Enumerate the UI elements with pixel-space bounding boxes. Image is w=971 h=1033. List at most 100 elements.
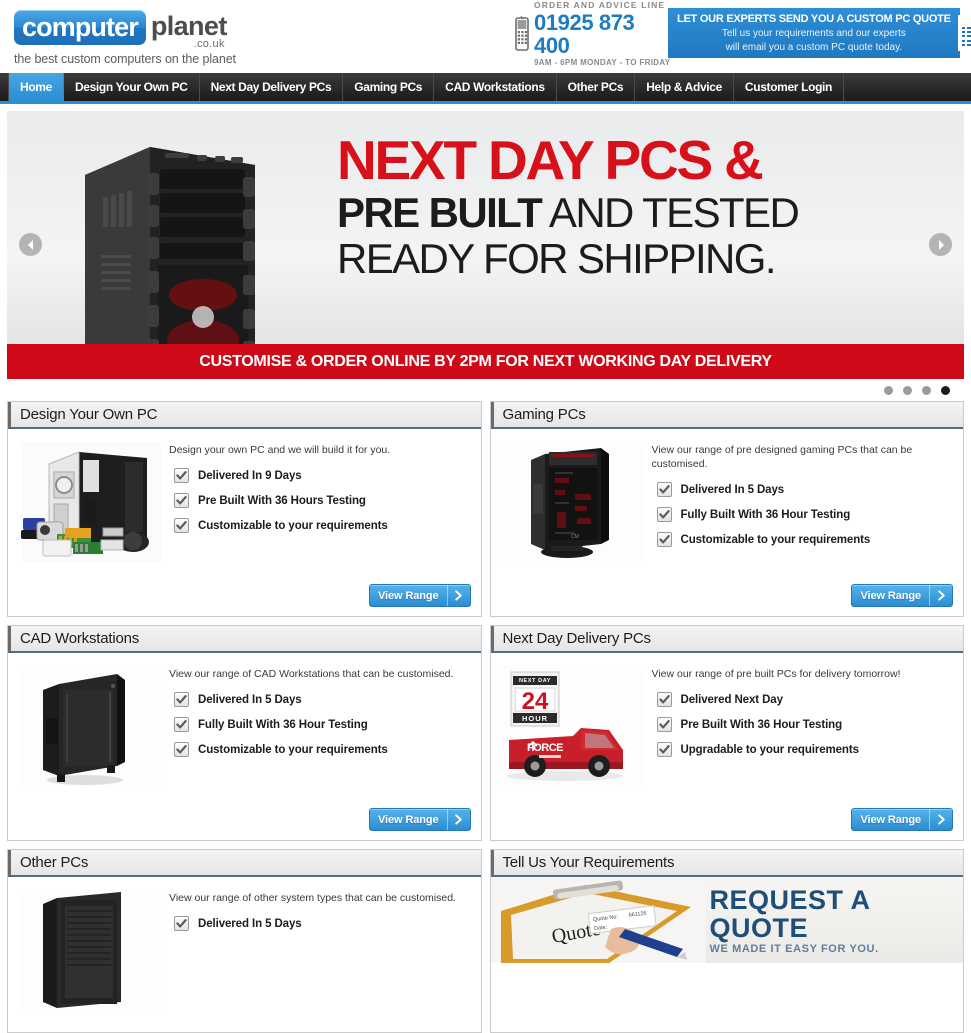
feature-row: Fully Built With 36 Hour Testing [652,507,954,522]
logo-tagline: the best custom computers on the planet [14,52,236,66]
card-body: View our range of CAD Workstations that … [8,653,481,808]
card-body: CM View our range of pre designed gaming… [491,429,964,584]
hero-headline-line1: NEXT DAY PCS & [337,129,764,191]
svg-text:NEXT DAY: NEXT DAY [519,678,551,684]
carousel-dot-1[interactable] [884,386,893,395]
carousel-dots [7,379,964,401]
chevron-right-icon [930,585,952,606]
card-other-pcs[interactable]: Other PCs View our range of other system… [7,849,482,1033]
checkmark-icon [656,742,672,757]
nav-item-help-advice[interactable]: Help & Advice [635,73,734,101]
logo-badge: computer [14,10,146,45]
view-range-label: View Range [860,813,921,826]
card-header: Design Your Own PC [8,402,481,429]
card-title: Design Your Own PC [20,406,158,423]
hero-promo-strip: CUSTOMISE & ORDER ONLINE BY 2PM FOR NEXT… [7,344,964,379]
feature-row: Upgradable to your requirements [652,742,954,757]
phone-text-group: ORDER AND ADVICE LINE 01925 873 400 9AM … [534,1,675,67]
feature-label: Delivered In 9 Days [198,469,302,482]
card-content: View our range of CAD Workstations that … [163,663,471,800]
feature-label: Pre Built With 36 Hours Testing [198,494,366,507]
checkmark-icon [174,916,189,931]
hero-line2-rest: AND TESTED [541,189,800,236]
nav-item-home[interactable]: Home [8,73,64,101]
logo-badge-text: computer [22,12,139,42]
feature-row: Delivered In 5 Days [652,482,954,497]
card-cad-workstations[interactable]: CAD Workstations View our range of CAD W… [7,625,482,841]
card-header: Other PCs [8,850,481,877]
phone-number[interactable]: 01925 873 400 [534,11,675,57]
feature-row: Delivered In 5 Days [169,916,471,931]
checkmark-icon [174,742,189,757]
nav-item-design-your-own-pc[interactable]: Design Your Own PC [64,73,200,101]
chevron-right-icon [448,585,470,606]
card-title: Next Day Delivery PCs [502,630,652,647]
hero-carousel-wrapper: NEXT DAY PCS & PRE BUILT AND TESTED READ… [0,104,971,401]
feature-label: Customizable to your requirements [680,533,871,546]
hero-copy: NEXT DAY PCS & PRE BUILT AND TESTED READ… [337,133,917,282]
card-content: Design your own PC and we will build it … [163,439,471,576]
feature-row: Delivered In 9 Days [169,468,471,483]
card-description: View our range of CAD Workstations that … [169,668,454,680]
other-tower-image [18,887,163,1012]
card-title: Other PCs [20,854,89,871]
site-logo[interactable]: computer planet .co.uk the best custom c… [14,10,244,66]
card-description: View our range of pre built PCs for deli… [651,668,901,680]
hero-carousel: NEXT DAY PCS & PRE BUILT AND TESTED READ… [7,111,964,379]
feature-label: Upgradable to your requirements [680,743,859,756]
gaming-tower-image: CM [501,439,646,564]
nav-label: CAD Workstations [445,80,545,94]
carousel-dot-3[interactable] [922,386,931,395]
nav-item-cad-workstations[interactable]: CAD Workstations [434,73,557,101]
nav-item-customer-login[interactable]: Customer Login [734,73,845,101]
card-description: View our range of other system types tha… [169,892,456,904]
custom-pc-quote-banner[interactable]: LET OUR EXPERTS SEND YOU A CUSTOM PC QUO… [668,8,971,58]
card-next-day-delivery-pcs[interactable]: Next Day Delivery PCs 24 NEXT DAY HOUR F… [489,625,964,841]
feature-row: Delivered Next Day [652,692,954,707]
carousel-dot-4[interactable] [941,386,950,395]
checkmark-icon [174,717,189,732]
pc-parts-image [18,439,163,564]
promo-text: REQUEST A QUOTE WE MADE IT EASY FOR YOU. [706,886,964,955]
carousel-dot-2[interactable] [903,386,912,395]
carousel-next-arrow-icon[interactable] [929,233,952,256]
quote-banner-line2: will email you a custom PC quote today. [725,41,903,53]
phone-hours: 9AM - 6PM MONDAY - TO FRIDAY [534,57,671,67]
card-content: View our range of pre built PCs for deli… [646,663,954,800]
nav-label: Home [20,80,52,94]
nav-item-gaming-pcs[interactable]: Gaming PCs [343,73,435,101]
view-range-button[interactable]: View Range [368,808,471,831]
card-header: Tell Us Your Requirements [490,850,963,877]
site-header: computer planet .co.uk the best custom c… [0,0,971,73]
delivery-van-image: 24 NEXT DAY HOUR FORCE [501,663,646,788]
main-navigation: Home Design Your Own PC Next Day Deliver… [0,73,971,104]
nav-item-other-pcs[interactable]: Other PCs [557,73,636,101]
feature-label: Delivered In 5 Days [198,693,302,706]
card-content: View our range of other system types tha… [163,887,471,1024]
card-body: Design your own PC and we will build it … [8,429,481,584]
card-tell-us-your-requirements[interactable]: Tell Us Your Requirements Quote Quote No… [489,849,964,1033]
card-design-your-own-pc[interactable]: Design Your Own PC Design your own PC an… [7,401,482,617]
nav-item-next-day-delivery-pcs[interactable]: Next Day Delivery PCs [200,73,344,101]
chevron-right-icon [448,809,470,830]
carousel-prev-arrow-icon[interactable] [19,233,42,256]
feature-label: Pre Built With 36 Hour Testing [680,718,843,731]
logo-wordmark: computer planet .co.uk [14,10,244,50]
cad-tower-image [18,663,163,788]
feature-label: Delivered Next Day [680,693,784,706]
card-footer: View Range [8,808,481,840]
checkmark-icon [174,468,189,483]
view-range-button[interactable]: View Range [851,808,953,831]
hero-headline-line2: PRE BUILT AND TESTED [337,190,917,236]
nav-label: Design Your Own PC [74,80,188,94]
card-footer: View Range [8,584,481,616]
card-description: Design your own PC and we will build it … [169,444,391,456]
view-range-button[interactable]: View Range [368,584,471,607]
checkmark-icon [656,532,672,547]
feature-label: Fully Built With 36 Hour Testing [680,508,851,521]
hero-headline-line3: READY FOR SHIPPING. [337,235,777,282]
view-range-button[interactable]: View Range [851,584,953,607]
card-gaming-pcs[interactable]: Gaming PCs CM View our range of pre desi… [489,401,964,617]
request-quote-promo[interactable]: Quote Quote No: 661126 Date: REQUEST A Q… [490,877,964,963]
svg-text:CM: CM [571,534,579,540]
